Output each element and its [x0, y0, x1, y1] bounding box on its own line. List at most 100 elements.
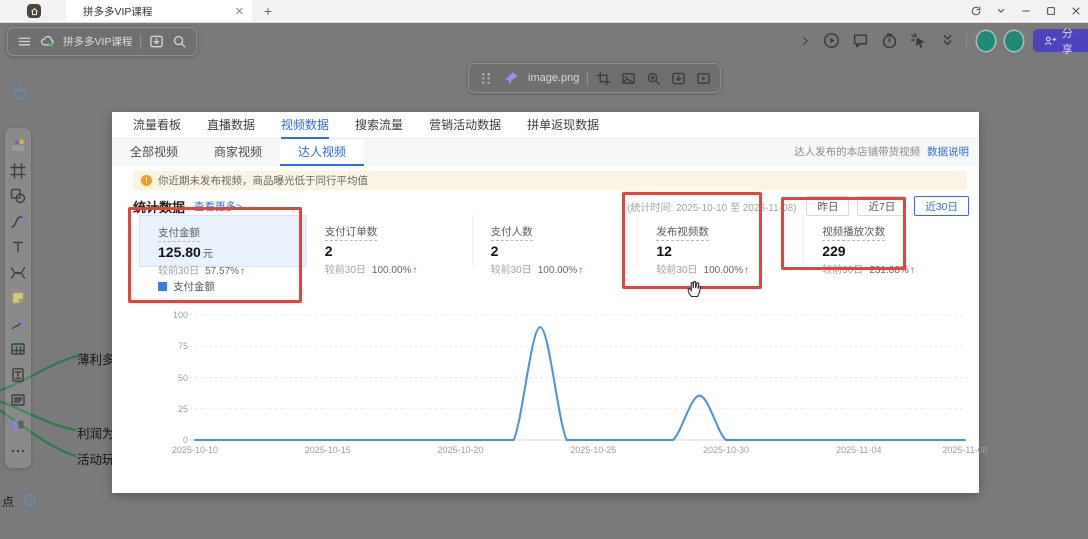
tool-mindmap-icon[interactable] [9, 264, 27, 282]
y-axis-tick: 0 [152, 435, 188, 445]
trend-up-arrow: ↑ [910, 265, 915, 276]
window-titlebar: 拼多多VIP课程 ✕ + [0, 0, 1088, 23]
compare-label: 较前30日 [325, 265, 366, 276]
subtab-全部视频[interactable]: 全部视频 [112, 139, 196, 166]
mindmap-node-label: 利润为 [77, 423, 115, 442]
tool-document-icon[interactable] [9, 366, 27, 384]
card-compare: 较前30日 100.00%↑ [491, 261, 638, 276]
person-plus-icon [1044, 34, 1057, 48]
toolbar-icon-group [799, 32, 956, 49]
share-button-label: 分享 [1062, 25, 1082, 57]
chevron-right-icon[interactable] [799, 35, 811, 47]
download-icon[interactable] [671, 71, 686, 86]
warning-icon: ! [141, 175, 152, 186]
tool-text-icon[interactable] [9, 238, 27, 256]
timer-icon[interactable] [881, 32, 898, 49]
laser-pointer-icon[interactable] [910, 32, 927, 49]
left-tool-panel [5, 128, 31, 468]
compare-pct: 100.00% [538, 265, 577, 276]
pin-icon[interactable] [503, 70, 520, 87]
y-axis-tick: 50 [152, 373, 188, 383]
tool-kanban-icon[interactable] [9, 417, 27, 435]
compare-pct: 100.00% [372, 265, 411, 276]
play-circle-icon[interactable] [823, 32, 840, 49]
app-icon [27, 4, 41, 18]
tool-sticky-note-icon[interactable] [9, 289, 27, 307]
tool-connector-icon[interactable] [9, 213, 27, 231]
y-axis-tick: 100 [152, 310, 188, 320]
y-axis-tick: 75 [152, 341, 188, 351]
divider [587, 71, 588, 85]
drag-handle-icon[interactable] [478, 70, 495, 87]
document-title: 拼多多VIP课程 [63, 34, 132, 49]
tab-拼单返现数据[interactable]: 拼单返现数据 [527, 112, 599, 138]
download-icon[interactable] [149, 34, 164, 49]
subtab-商家视频[interactable]: 商家视频 [196, 139, 280, 166]
tab-title: 拼多多VIP课程 [83, 4, 152, 19]
browser-tab[interactable]: 拼多多VIP课程 ✕ [66, 0, 252, 22]
tab-视频数据[interactable]: 视频数据 [281, 112, 329, 138]
tab-营销活动数据[interactable]: 营销活动数据 [429, 112, 501, 138]
tool-template-icon[interactable] [9, 136, 27, 154]
note-text: 达人发布的本店铺带货视频 [794, 146, 920, 158]
dashboard-subtab-bar: 全部视频商家视频达人视频 达人发布的本店铺带货视频 数据说明 [112, 139, 979, 166]
dropdown-icon[interactable] [995, 5, 1007, 17]
stat-card-支付订单数[interactable]: 支付订单数2较前30日100.00%↑ [306, 215, 472, 267]
image-export-icon[interactable] [621, 71, 636, 86]
tab-搜索流量[interactable]: 搜索流量 [355, 112, 403, 138]
image-filename: image.png [528, 72, 579, 84]
share-button[interactable]: 分享 [1033, 29, 1088, 52]
tab-close-icon[interactable]: ✕ [235, 5, 244, 18]
comment-icon[interactable] [852, 32, 869, 49]
subtab-达人视频[interactable]: 达人视频 [280, 139, 364, 166]
trend-up-arrow: ↑ [578, 265, 583, 276]
warning-banner: ! 你近期未发布视频，商品曝光低于同行平均值 [133, 171, 967, 190]
tool-shape-icon[interactable] [9, 187, 27, 205]
note-link[interactable]: 数据说明 [927, 146, 969, 158]
warning-text: 你近期未发布视频，商品曝光低于同行平均值 [158, 173, 368, 188]
payment-trend-chart: 02550751002025-10-102025-10-152025-10-20… [112, 304, 979, 464]
tool-list-icon[interactable] [9, 391, 27, 409]
collaborator-avatar-1[interactable] [977, 31, 995, 51]
canvas-text-fragment: 点 [2, 493, 14, 510]
compare-label: 较前30日 [491, 265, 532, 276]
x-axis-tick: 2025-10-25 [563, 445, 623, 455]
card-label: 支付人数 [491, 224, 533, 241]
card-value: 2 [325, 243, 472, 259]
presence-badge-bottom[interactable]: 27 [22, 492, 38, 508]
close-icon[interactable] [1070, 5, 1082, 17]
mindmap-node-label: 活动玩 [77, 449, 115, 468]
refresh-icon[interactable] [970, 5, 982, 17]
tab-流量看板[interactable]: 流量看板 [133, 112, 181, 138]
tool-frame-icon[interactable] [9, 162, 27, 180]
panel-play-icon[interactable] [696, 71, 711, 86]
subtab-note: 达人发布的本店铺带货视频 数据说明 [794, 139, 969, 166]
card-value: 2 [491, 243, 638, 259]
minimize-icon[interactable] [1020, 5, 1032, 17]
y-axis-tick: 25 [152, 404, 188, 414]
stat-card-支付人数[interactable]: 支付人数2较前30日100.00%↑ [472, 215, 638, 267]
x-axis-tick: 2025-10-10 [165, 445, 225, 455]
tool-more-icon[interactable] [9, 442, 27, 460]
crop-icon[interactable] [596, 71, 611, 86]
tool-pen-icon[interactable] [9, 315, 27, 333]
x-axis-tick: 2025-11-04 [829, 445, 889, 455]
annotation-rect-payment [128, 207, 302, 303]
tab-直播数据[interactable]: 直播数据 [207, 112, 255, 138]
card-compare: 较前30日100.00%↑ [325, 261, 472, 276]
maximize-icon[interactable] [1045, 5, 1057, 17]
collaborator-avatar-2[interactable] [1005, 31, 1023, 51]
menu-icon[interactable] [17, 34, 32, 49]
presence-badge-top[interactable]: 68 [12, 86, 28, 102]
x-axis-tick: 2025-10-15 [298, 445, 358, 455]
collapse-icon[interactable] [939, 32, 956, 49]
dashboard-tab-bar: 流量看板直播数据视频数据搜索流量营销活动数据拼单返现数据 [112, 112, 979, 139]
range-button-近30日[interactable]: 近30日 [914, 196, 969, 216]
tool-table-icon[interactable] [9, 340, 27, 358]
new-tab-button[interactable]: + [259, 2, 277, 20]
window-controls [970, 0, 1082, 22]
divider [140, 35, 141, 49]
zoom-image-icon[interactable] [646, 71, 661, 86]
search-icon[interactable] [172, 34, 187, 49]
mindmap-node-label: 薄利多 [77, 349, 115, 368]
